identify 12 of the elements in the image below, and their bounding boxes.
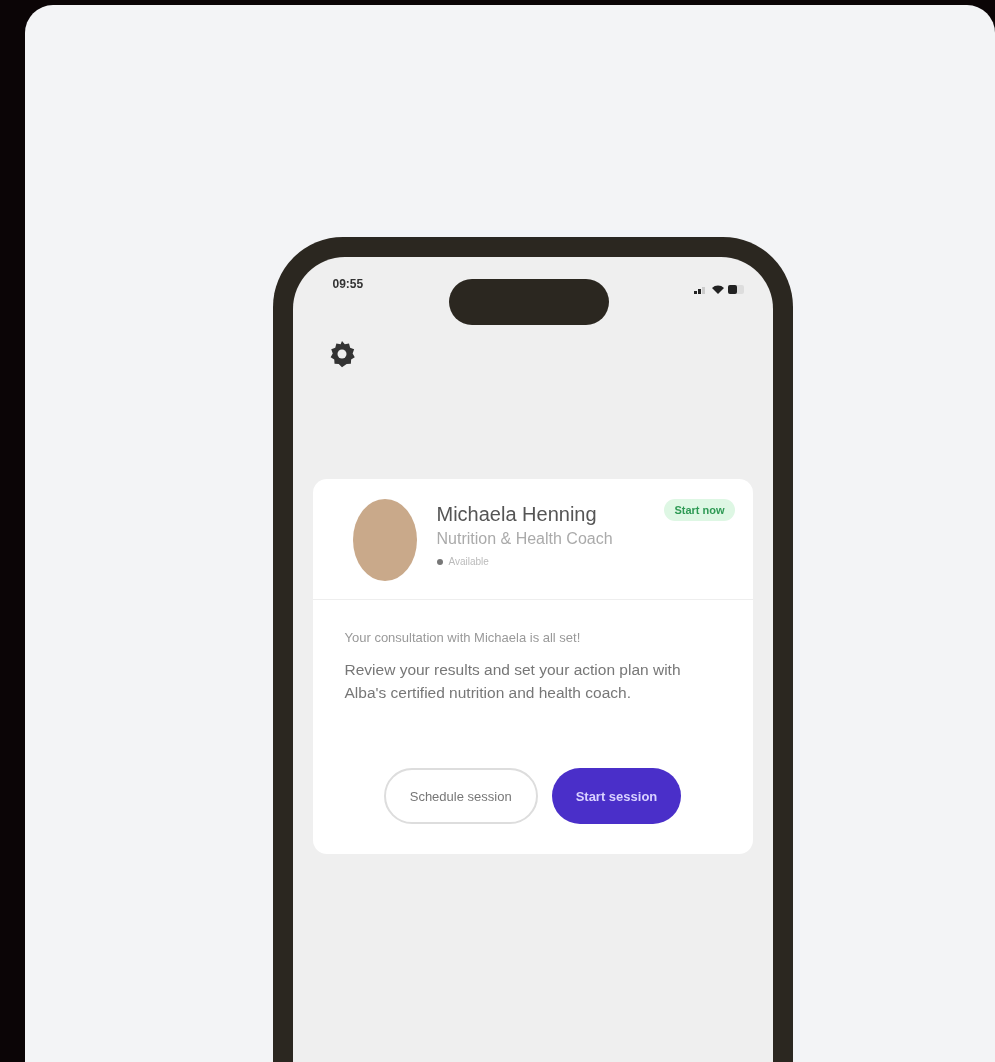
status-dot-icon bbox=[436, 558, 443, 565]
status-badge: Start now bbox=[664, 499, 735, 521]
message-text: Your consultation with Michaela is all set! bbox=[344, 629, 582, 647]
coach-role: Nutrition & Health Coach bbox=[436, 530, 614, 548]
status-time: 09:55 bbox=[332, 277, 364, 291]
start-button[interactable]: Start session bbox=[551, 768, 682, 824]
schedule-button[interactable]: Schedule session bbox=[383, 768, 538, 824]
coach-name: Michaela Henning bbox=[436, 503, 598, 526]
wifi-icon bbox=[712, 285, 725, 294]
battery-icon bbox=[728, 285, 747, 294]
message-text: Review your results and set your action plan with Alba's certified nutrition and health coach. bbox=[344, 659, 682, 703]
coach-status: Available bbox=[448, 556, 489, 567]
